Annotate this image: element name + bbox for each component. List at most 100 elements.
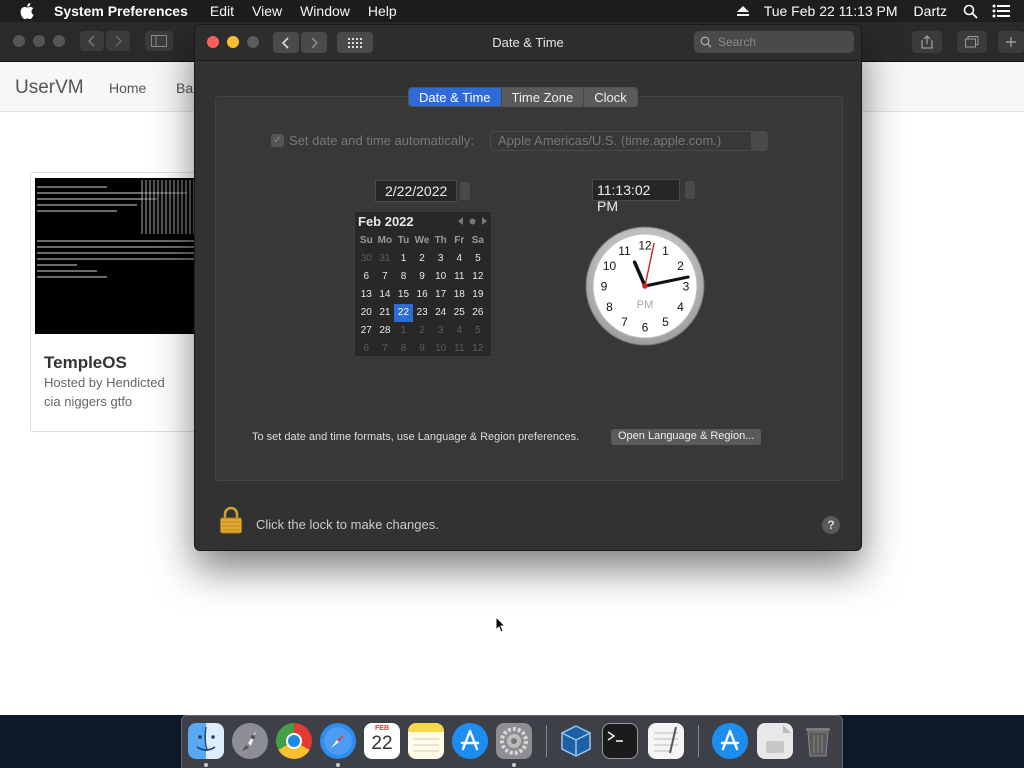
- calendar-day[interactable]: 27: [357, 322, 376, 340]
- calendar-day[interactable]: 9: [413, 340, 432, 358]
- lock-icon[interactable]: [219, 506, 243, 534]
- calendar-day[interactable]: 21: [376, 304, 395, 322]
- auto-date-time-row: ✓ Set date and time automatically:: [271, 133, 474, 148]
- calendar-app-icon[interactable]: FEB 22: [364, 723, 400, 759]
- tab-date-time[interactable]: Date & Time: [409, 88, 502, 106]
- menubar-user[interactable]: Dartz: [914, 3, 947, 19]
- calendar-day[interactable]: 1: [394, 250, 413, 268]
- dock: FEB 22: [181, 715, 843, 768]
- calendar-day[interactable]: 14: [376, 286, 395, 304]
- calendar-day[interactable]: 19: [469, 286, 488, 304]
- calendar-day[interactable]: 4: [450, 322, 469, 340]
- calendar-widget[interactable]: Feb 2022 Su Mo Tu We Th Fr Sa 30 31 1 2 3 4 5 6 7 8 9 10 11…: [354, 211, 492, 357]
- tabs-overview-button[interactable]: [957, 31, 987, 53]
- calendar-day[interactable]: 10: [431, 268, 450, 286]
- calendar-day[interactable]: 6: [357, 268, 376, 286]
- tab-time-zone[interactable]: Time Zone: [501, 88, 585, 106]
- calendar-day[interactable]: 11: [450, 340, 469, 358]
- virtualbox-icon[interactable]: [558, 723, 594, 759]
- nav-link-home[interactable]: Home: [109, 80, 146, 96]
- apple-menu-icon[interactable]: [20, 3, 36, 19]
- new-tab-button[interactable]: [998, 31, 1024, 53]
- calendar-day[interactable]: 30: [357, 250, 376, 268]
- calendar-today-icon[interactable]: [469, 218, 476, 225]
- notes-icon[interactable]: [408, 723, 444, 759]
- browser-minimize-button[interactable]: [33, 35, 45, 47]
- calendar-day-selected[interactable]: 22: [394, 304, 413, 322]
- menu-help[interactable]: Help: [368, 3, 397, 19]
- browser-forward-button[interactable]: [106, 31, 130, 51]
- chrome-icon[interactable]: [276, 723, 312, 759]
- calendar-day[interactable]: 8: [394, 340, 413, 358]
- calendar-day[interactable]: 12: [469, 268, 488, 286]
- calendar-next-icon[interactable]: [481, 217, 487, 225]
- calendar-day[interactable]: 2: [413, 250, 432, 268]
- calendar-day[interactable]: 7: [376, 268, 395, 286]
- menu-view[interactable]: View: [252, 3, 282, 19]
- calendar-day[interactable]: 1: [394, 322, 413, 340]
- calendar-day[interactable]: 6: [357, 340, 376, 358]
- menu-edit[interactable]: Edit: [210, 3, 234, 19]
- menubar-clock[interactable]: Tue Feb 22 11:13 PM: [764, 3, 898, 19]
- calendar-day[interactable]: 3: [431, 322, 450, 340]
- calendar-day[interactable]: 28: [376, 322, 395, 340]
- trash-icon[interactable]: [800, 723, 836, 759]
- open-language-region-button[interactable]: Open Language & Region...: [611, 429, 762, 445]
- calendar-day[interactable]: 11: [450, 268, 469, 286]
- notification-center-icon[interactable]: [992, 4, 1010, 18]
- spotlight-search-icon[interactable]: [963, 4, 978, 19]
- finder-icon[interactable]: [188, 723, 224, 759]
- app-store-icon[interactable]: [452, 723, 488, 759]
- browser-close-button[interactable]: [13, 35, 25, 47]
- site-brand[interactable]: UserVM: [15, 77, 84, 99]
- terminal-icon[interactable]: [602, 723, 638, 759]
- calendar-day[interactable]: 20: [357, 304, 376, 322]
- eject-icon[interactable]: [736, 5, 750, 17]
- time-field[interactable]: 11:13:02 PM: [592, 179, 680, 214]
- date-stepper[interactable]: [460, 182, 470, 200]
- window-titlebar[interactable]: Date & Time Search: [195, 25, 861, 61]
- app-store-downloads-icon[interactable]: [712, 723, 748, 759]
- calendar-day[interactable]: 12: [469, 340, 488, 358]
- calendar-day[interactable]: 23: [413, 304, 432, 322]
- calendar-day[interactable]: 31: [376, 250, 395, 268]
- nav-link-partial[interactable]: Ba: [176, 80, 193, 96]
- calendar-prev-icon[interactable]: [458, 217, 464, 225]
- safari-icon[interactable]: [320, 723, 356, 759]
- system-preferences-icon[interactable]: [496, 723, 532, 759]
- calendar-day[interactable]: 4: [450, 250, 469, 268]
- textedit-icon[interactable]: [648, 723, 684, 759]
- calendar-day[interactable]: 5: [469, 250, 488, 268]
- calendar-day[interactable]: 3: [431, 250, 450, 268]
- tab-clock[interactable]: Clock: [584, 88, 637, 106]
- time-stepper[interactable]: [685, 181, 695, 199]
- browser-back-button[interactable]: [80, 31, 104, 51]
- calendar-day[interactable]: 24: [431, 304, 450, 322]
- calendar-day[interactable]: 9: [413, 268, 432, 286]
- launchpad-icon[interactable]: [232, 723, 268, 759]
- browser-zoom-button[interactable]: [53, 35, 65, 47]
- calendar-day[interactable]: 2: [413, 322, 432, 340]
- calendar-day[interactable]: 10: [431, 340, 450, 358]
- calendar-day[interactable]: 17: [431, 286, 450, 304]
- calendar-day[interactable]: 13: [357, 286, 376, 304]
- document-icon[interactable]: [757, 723, 793, 759]
- help-button[interactable]: ?: [822, 516, 840, 534]
- calendar-day[interactable]: 16: [413, 286, 432, 304]
- date-field[interactable]: 2/22/2022: [375, 180, 457, 202]
- calendar-day[interactable]: 15: [394, 286, 413, 304]
- auto-date-time-checkbox[interactable]: ✓: [271, 134, 284, 147]
- menu-window[interactable]: Window: [300, 3, 350, 19]
- menu-app-name[interactable]: System Preferences: [54, 3, 188, 19]
- calendar-day[interactable]: 7: [376, 340, 395, 358]
- time-server-select[interactable]: Apple Americas/U.S. (time.apple.com.): [490, 131, 768, 151]
- calendar-day[interactable]: 18: [450, 286, 469, 304]
- search-input[interactable]: Search: [694, 31, 854, 53]
- clock-number: 7: [621, 315, 628, 329]
- calendar-day[interactable]: 26: [469, 304, 488, 322]
- calendar-day[interactable]: 25: [450, 304, 469, 322]
- sidebar-toggle-button[interactable]: [145, 31, 173, 51]
- calendar-day[interactable]: 5: [469, 322, 488, 340]
- calendar-day[interactable]: 8: [394, 268, 413, 286]
- share-button[interactable]: [912, 31, 942, 53]
